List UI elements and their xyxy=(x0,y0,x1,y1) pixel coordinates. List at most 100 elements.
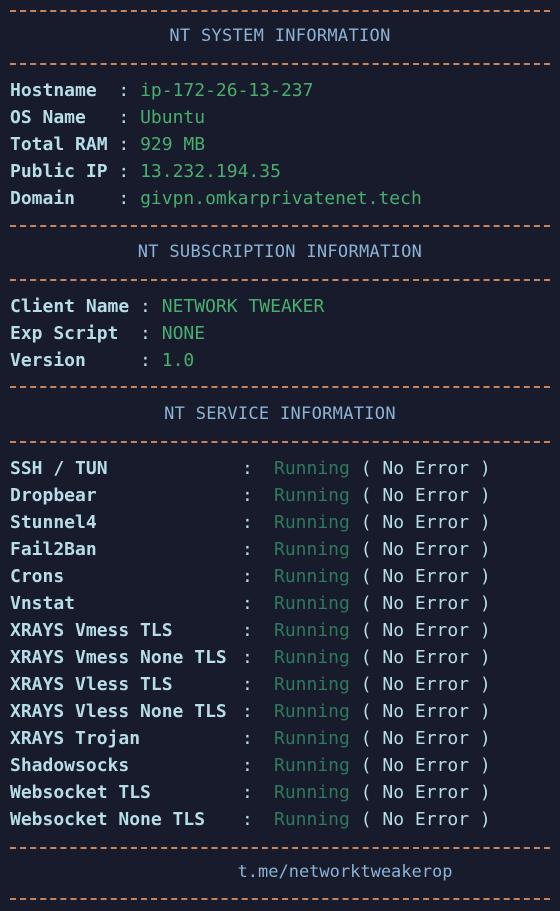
subscription-row-client: Client Name : NETWORK TWEAKER xyxy=(10,295,324,319)
service-row: Websocket None TLS: Running ( No Error ) xyxy=(0,808,560,832)
row-separator: : xyxy=(242,647,253,668)
service-row: XRAYS Vless None TLS: Running ( No Error … xyxy=(0,700,560,724)
status-running: Running xyxy=(274,701,350,722)
service-status: Running ( No Error ) xyxy=(274,673,491,697)
service-name: XRAYS Vmess TLS xyxy=(10,620,173,641)
service-name: Fail2Ban xyxy=(10,539,97,560)
row-key: Public IP xyxy=(10,161,119,182)
system-row-domain: Domain : givpn.omkarprivatenet.tech xyxy=(10,187,422,211)
status-running: Running xyxy=(274,782,350,803)
divider xyxy=(10,279,550,281)
row-key: Exp Script xyxy=(10,323,141,344)
row-key: Domain xyxy=(10,188,119,209)
row-separator: : xyxy=(242,566,253,587)
row-key: OS Name xyxy=(10,107,119,128)
row-separator: : xyxy=(242,782,253,803)
paren-open: ( xyxy=(349,485,383,506)
subscription-row-exp: Exp Script : NONE xyxy=(10,322,205,346)
status-detail: No Error xyxy=(382,593,470,614)
system-row-hostname: Hostname : ip-172-26-13-237 xyxy=(10,79,313,103)
service-status: Running ( No Error ) xyxy=(274,754,491,778)
status-detail: No Error xyxy=(382,701,470,722)
row-separator: : xyxy=(140,350,162,371)
paren-close: ) xyxy=(469,674,491,695)
system-info-title: NT SYSTEM INFORMATION xyxy=(169,26,391,46)
service-name: Websocket TLS xyxy=(10,782,151,803)
paren-close: ) xyxy=(469,485,491,506)
service-row: XRAYS Vless TLS: Running ( No Error ) xyxy=(0,673,560,697)
status-detail: No Error xyxy=(382,782,470,803)
paren-close: ) xyxy=(469,566,491,587)
row-separator: : xyxy=(242,674,253,695)
service-row: XRAYS Trojan: Running ( No Error ) xyxy=(0,727,560,751)
row-separator: : xyxy=(242,809,253,830)
paren-close: ) xyxy=(469,593,491,614)
divider xyxy=(10,847,550,849)
service-name: SSH / TUN xyxy=(10,458,108,479)
service-name: XRAYS Trojan xyxy=(10,728,141,749)
service-status: Running ( No Error ) xyxy=(274,700,491,724)
telegram-link[interactable]: t.me/networktweakerop xyxy=(0,862,560,882)
paren-close: ) xyxy=(469,458,491,479)
subscription-info-title: NT SUBSCRIPTION INFORMATION xyxy=(137,242,423,262)
paren-close: ) xyxy=(469,809,491,830)
status-running: Running xyxy=(274,755,350,776)
status-running: Running xyxy=(274,809,350,830)
service-row: SSH / TUN: Running ( No Error ) xyxy=(0,457,560,481)
service-name: Vnstat xyxy=(10,593,76,614)
paren-close: ) xyxy=(469,647,491,668)
service-info-title: NT SERVICE INFORMATION xyxy=(164,404,396,424)
service-name: Stunnel4 xyxy=(10,512,97,533)
status-detail: No Error xyxy=(382,674,470,695)
service-status: Running ( No Error ) xyxy=(274,538,491,562)
row-value: ip-172-26-13-237 xyxy=(140,80,314,101)
status-running: Running xyxy=(274,647,350,668)
service-name: XRAYS Vmess None TLS xyxy=(10,647,227,668)
row-separator: : xyxy=(140,296,162,317)
paren-open: ( xyxy=(349,809,383,830)
status-detail: No Error xyxy=(382,512,470,533)
service-status: Running ( No Error ) xyxy=(274,727,491,751)
status-detail: No Error xyxy=(382,728,470,749)
row-value: 1.0 xyxy=(161,350,195,371)
divider xyxy=(10,441,550,443)
terminal-screen: NT SYSTEM INFORMATION Hostname : ip-172-… xyxy=(0,0,560,911)
service-status: Running ( No Error ) xyxy=(274,511,491,535)
status-detail: No Error xyxy=(382,647,470,668)
status-running: Running xyxy=(274,674,350,695)
status-running: Running xyxy=(274,485,350,506)
divider xyxy=(10,225,550,227)
service-row: XRAYS Vmess None TLS: Running ( No Error … xyxy=(0,646,560,670)
row-key: Version xyxy=(10,350,141,371)
divider xyxy=(10,386,550,388)
service-row: Fail2Ban: Running ( No Error ) xyxy=(0,538,560,562)
status-running: Running xyxy=(274,566,350,587)
service-name: XRAYS Vless None TLS xyxy=(10,701,227,722)
row-key: Hostname xyxy=(10,80,119,101)
status-running: Running xyxy=(274,512,350,533)
row-separator: : xyxy=(242,512,253,533)
divider xyxy=(10,10,550,12)
system-row-os: OS Name : Ubuntu xyxy=(10,106,205,130)
paren-open: ( xyxy=(349,728,383,749)
subscription-row-version: Version : 1.0 xyxy=(10,349,194,373)
paren-open: ( xyxy=(349,566,383,587)
paren-open: ( xyxy=(349,755,383,776)
row-separator: : xyxy=(118,188,141,209)
status-running: Running xyxy=(274,539,350,560)
paren-open: ( xyxy=(349,458,383,479)
service-name: XRAYS Vless TLS xyxy=(10,674,173,695)
status-detail: No Error xyxy=(382,458,470,479)
row-separator: : xyxy=(242,485,253,506)
status-detail: No Error xyxy=(382,485,470,506)
paren-open: ( xyxy=(349,593,383,614)
row-value: 929 MB xyxy=(140,134,206,155)
row-separator: : xyxy=(118,80,141,101)
service-status: Running ( No Error ) xyxy=(274,592,491,616)
paren-open: ( xyxy=(349,782,383,803)
status-detail: No Error xyxy=(382,566,470,587)
row-separator: : xyxy=(242,701,253,722)
row-separator: : xyxy=(242,728,253,749)
service-row: Vnstat: Running ( No Error ) xyxy=(0,592,560,616)
status-detail: No Error xyxy=(382,755,470,776)
